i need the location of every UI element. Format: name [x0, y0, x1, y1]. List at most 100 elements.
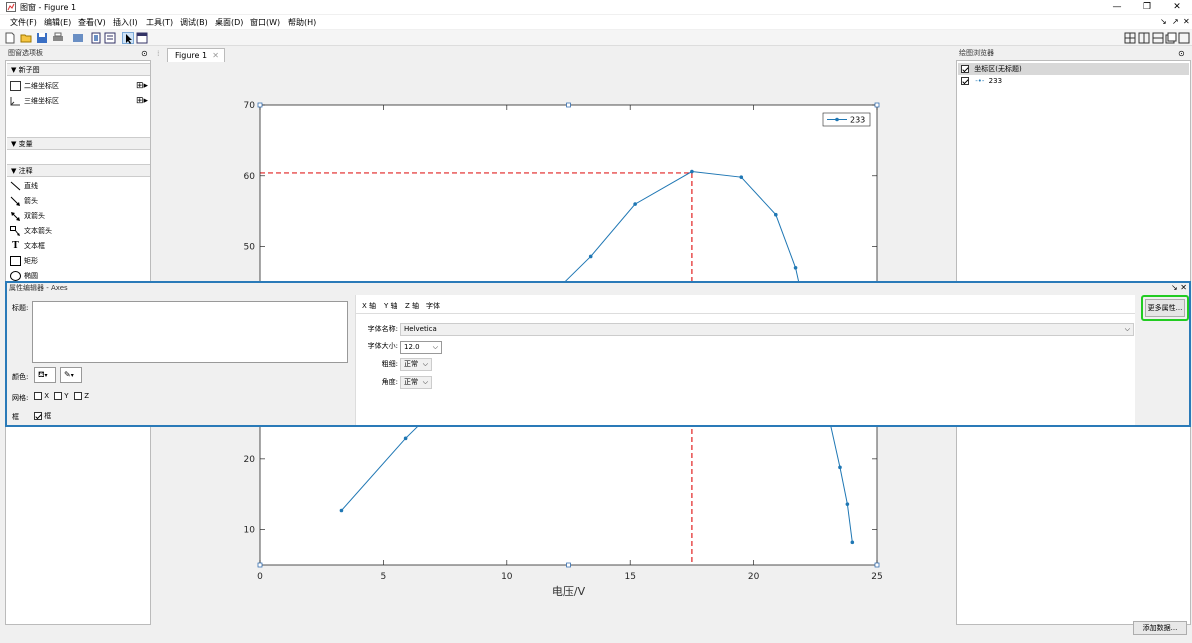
chevron-down-icon: ⌵ — [422, 378, 428, 386]
box-checkbox[interactable] — [34, 412, 42, 420]
panel-menu-icon[interactable]: ⊙ — [141, 49, 148, 58]
palette-item-label: 三维坐标区 — [24, 97, 59, 105]
browser-item-series[interactable]: -•- 233 — [958, 75, 1002, 87]
legend[interactable]: 233 — [822, 112, 871, 127]
section-new-subplot[interactable]: ▼ 新子图 — [7, 63, 150, 76]
grid-y-option[interactable]: Y — [54, 392, 69, 400]
annotation-rectangle[interactable]: 矩形 — [10, 254, 38, 268]
menu-file[interactable]: 文件(F) — [10, 17, 37, 28]
new-figure-icon[interactable] — [4, 32, 16, 44]
tab-close-icon[interactable]: ✕ — [212, 49, 219, 62]
data-point — [850, 540, 855, 545]
menu-tools[interactable]: 工具(T) — [146, 17, 173, 28]
axes-2d-icon — [10, 81, 21, 91]
title-input[interactable] — [32, 301, 348, 363]
grid-x-option[interactable]: X — [34, 392, 49, 400]
data-point — [845, 502, 850, 506]
undock-icon[interactable]: ↗ — [1172, 17, 1179, 26]
selection-handle — [257, 102, 263, 108]
data-point — [633, 202, 637, 206]
annotation-text-arrow[interactable]: 文本箭头 — [10, 224, 52, 238]
angle-select[interactable]: 正常 ⌵ — [400, 376, 432, 389]
x-tick-label: 0 — [257, 572, 263, 582]
property-editor-icon[interactable] — [136, 32, 148, 44]
layout-float-icon[interactable] — [1165, 32, 1177, 44]
series-line-icon: -•- — [975, 77, 985, 85]
menu-help[interactable]: 帮助(H) — [288, 17, 316, 28]
data-point — [774, 212, 778, 217]
menu-view[interactable]: 查看(V) — [78, 17, 106, 28]
menu-edit[interactable]: 编辑(E) — [44, 17, 71, 28]
save-icon[interactable] — [36, 32, 48, 44]
menu-window[interactable]: 窗口(W) — [250, 17, 280, 28]
y-tick-label: 50 — [244, 243, 256, 253]
grid-layout-icon[interactable]: ⊞▸ — [136, 81, 150, 91]
menu-close-icon[interactable]: ✕ — [1183, 17, 1190, 26]
dock-icon[interactable]: ↘ — [1171, 283, 1178, 292]
colorbar-icon[interactable] — [90, 32, 102, 44]
fill-color-button[interactable]: ⛾▾ — [34, 367, 56, 383]
grid-layout-icon[interactable]: ⊞▸ — [136, 96, 150, 106]
text-arrow-icon — [10, 226, 21, 236]
grid-z-option[interactable]: Z — [74, 392, 89, 400]
angle-value: 正常 — [404, 378, 418, 386]
textbox-icon: T — [12, 241, 19, 251]
layout-single-icon[interactable] — [1178, 32, 1190, 44]
tab-y-axis[interactable]: Y 轴 — [384, 301, 398, 311]
link-plot-icon[interactable] — [72, 32, 84, 44]
menu-debug[interactable]: 调试(B) — [180, 17, 208, 28]
selection-handle — [566, 562, 571, 568]
y-tick-label: 70 — [244, 101, 256, 111]
layout-split-horizontal-icon[interactable] — [1152, 32, 1164, 44]
weight-select[interactable]: 正常 ⌵ — [400, 358, 432, 371]
restore-button[interactable]: ❐ — [1132, 0, 1162, 14]
annotation-arrow[interactable]: 箭头 — [10, 194, 38, 208]
add-data-button[interactable]: 添加数据... — [1133, 621, 1187, 635]
window-title: 图窗 - Figure 1 — [20, 3, 77, 12]
figure-tab-strip: ⁞ Figure 1 ✕ — [155, 48, 950, 62]
tab-x-axis[interactable]: X 轴 — [362, 301, 376, 311]
edit-plot-arrow-icon[interactable] — [122, 32, 134, 44]
close-button[interactable]: ✕ — [1162, 0, 1192, 14]
annotation-label: 椭圆 — [24, 272, 38, 280]
section-variables[interactable]: ▼ 变量 — [7, 137, 150, 150]
grid-y-checkbox[interactable] — [54, 392, 62, 400]
x-tick-label: 5 — [381, 572, 387, 582]
annotation-double-arrow[interactable]: 双箭头 — [10, 209, 45, 223]
legend-icon[interactable] — [104, 32, 116, 44]
grid-y-label: Y — [64, 392, 69, 400]
edge-color-button[interactable]: ✎▾ — [60, 367, 82, 383]
tab-z-axis[interactable]: Z 轴 — [405, 301, 419, 311]
open-file-icon[interactable] — [20, 32, 32, 44]
box-option[interactable]: 框 — [34, 411, 51, 421]
font-size-combo[interactable]: 12.0 ⌵ — [400, 341, 442, 354]
y-tick-label: 10 — [244, 526, 256, 536]
tab-figure-1[interactable]: Figure 1 ✕ — [167, 48, 225, 62]
section-annotations[interactable]: ▼ 注释 — [7, 164, 150, 177]
x-tick-label: 15 — [624, 572, 635, 582]
palette-item-2d-axes[interactable]: 二维坐标区 — [10, 79, 59, 93]
series-visibility-checkbox[interactable] — [961, 77, 969, 85]
grid-z-checkbox[interactable] — [74, 392, 82, 400]
annotation-textbox[interactable]: T 文本框 — [10, 239, 45, 253]
dock-icon[interactable]: ↘ — [1160, 17, 1167, 26]
figure-palette-title: 图窗选项板 — [5, 48, 151, 59]
tab-drag-handle-icon[interactable]: ⁞ — [157, 49, 160, 58]
panel-menu-icon[interactable]: ⊙ — [1178, 49, 1185, 58]
menu-insert[interactable]: 插入(I) — [113, 17, 138, 28]
property-editor-close-icon[interactable]: ✕ — [1180, 283, 1187, 292]
axes-visibility-checkbox[interactable] — [961, 65, 969, 73]
font-name-select[interactable]: Helvetica ⌵ — [400, 323, 1134, 336]
annotation-line[interactable]: 直线 — [10, 179, 38, 193]
menu-desktop[interactable]: 桌面(D) — [215, 17, 243, 28]
layout-split-vertical-icon[interactable] — [1138, 32, 1150, 44]
minimize-button[interactable]: — — [1102, 0, 1132, 14]
print-icon[interactable] — [52, 32, 64, 44]
menu-bar: 文件(F) 编辑(E) 查看(V) 插入(I) 工具(T) 调试(B) 桌面(D… — [0, 15, 1192, 29]
browser-item-axes[interactable]: 坐标区(无标题) — [958, 63, 1189, 75]
grid-x-checkbox[interactable] — [34, 392, 42, 400]
more-properties-button[interactable]: 更多属性... — [1145, 299, 1185, 317]
tab-font[interactable]: 字体 — [426, 301, 440, 311]
palette-item-3d-axes[interactable]: 三维坐标区 — [10, 94, 59, 108]
layout-grid-icon[interactable] — [1124, 32, 1136, 44]
